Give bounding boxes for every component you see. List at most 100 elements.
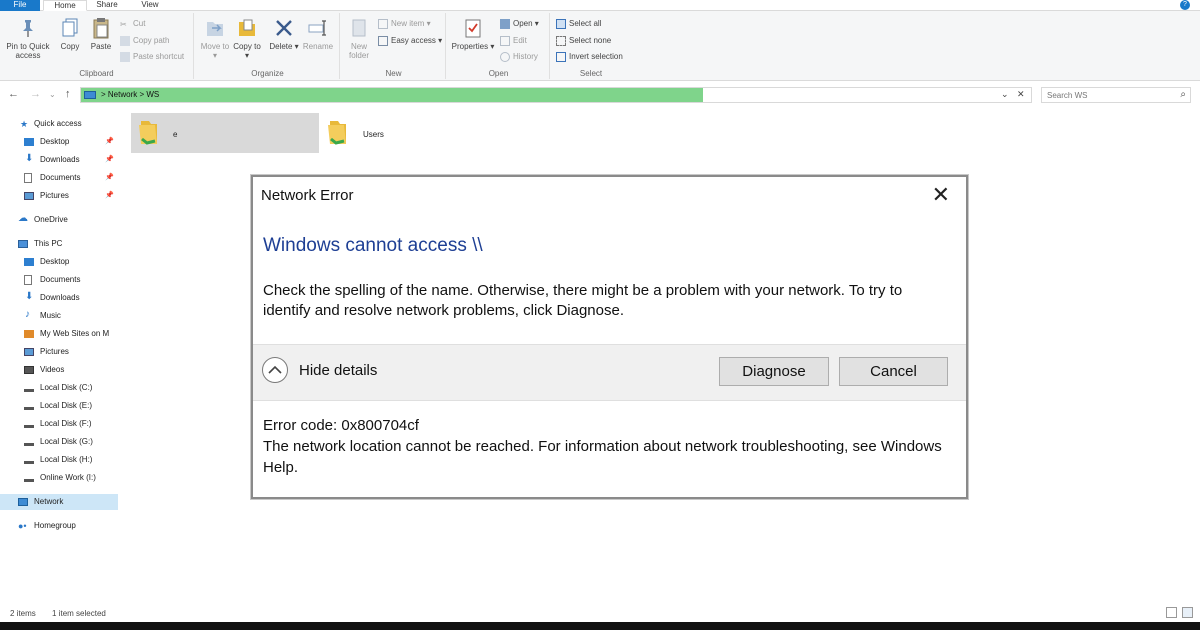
back-arrow-icon[interactable]: ← — [8, 88, 19, 100]
edit-icon — [500, 35, 510, 46]
nav-qa-pictures[interactable]: Pictures 📌 — [0, 188, 118, 204]
large-icons-view-icon[interactable] — [1182, 607, 1193, 618]
search-input[interactable]: Search WS — [1047, 91, 1087, 100]
pin-icon[interactable]: 📌 — [105, 134, 114, 150]
open-group: Properties ▾ Open ▾ Edit History Open — [448, 13, 550, 79]
nav-quick-access[interactable]: ★ Quick access — [0, 116, 118, 132]
cancel-button[interactable]: Cancel — [839, 357, 948, 386]
address-clear-icon[interactable]: ✕ — [1017, 89, 1025, 100]
drive-icon — [24, 443, 34, 446]
copy-to-button[interactable]: Copy to ▾ — [232, 16, 262, 60]
delete-button[interactable]: Delete ▾ — [268, 16, 300, 51]
select-none-button[interactable]: Select none — [556, 35, 611, 49]
forward-arrow-icon[interactable]: → — [30, 88, 41, 100]
select-group-label: Select — [579, 69, 603, 78]
pin-to-quick-access-button[interactable]: Pin to Quick access — [2, 16, 54, 60]
properties-icon — [462, 16, 484, 40]
new-folder-button[interactable]: New folder — [344, 16, 374, 60]
nav-pc-pictures[interactable]: Pictures — [0, 344, 118, 360]
desktop-icon — [24, 138, 34, 146]
diagnose-button[interactable]: Diagnose — [719, 357, 829, 386]
nav-disk-c[interactable]: Local Disk (C:) — [0, 380, 118, 396]
search-icon[interactable]: ⌕ — [1180, 89, 1186, 100]
history-button[interactable]: History — [500, 51, 538, 65]
new-item-button[interactable]: New item ▾ — [378, 18, 431, 32]
nav-qa-documents[interactable]: Documents 📌 — [0, 170, 118, 186]
address-dropdown-icon[interactable]: ⌄ — [1001, 89, 1009, 100]
paste-shortcut-button[interactable]: Paste shortcut — [120, 51, 184, 65]
taskbar — [0, 622, 1200, 630]
drive-icon — [24, 389, 34, 392]
tab-share[interactable]: Share — [87, 0, 127, 11]
open-button[interactable]: Open ▾ — [500, 18, 539, 32]
pin-icon[interactable]: 📌 — [105, 188, 114, 204]
details-view-icon[interactable] — [1166, 607, 1177, 618]
new-group-label: New — [385, 69, 402, 78]
nav-this-pc[interactable]: This PC — [0, 236, 118, 252]
move-to-icon — [204, 16, 226, 40]
clipboard-group: Pin to Quick access Copy Paste ✂ Cut Copy… — [0, 13, 194, 79]
edit-button[interactable]: Edit — [500, 35, 527, 49]
tab-view[interactable]: View — [131, 0, 169, 11]
cut-button[interactable]: ✂ Cut — [120, 18, 145, 32]
nav-online-work[interactable]: Online Work (I:) — [0, 470, 118, 486]
pin-icon[interactable]: 📌 — [105, 152, 114, 168]
paste-button[interactable]: Paste — [86, 16, 116, 51]
new-item-icon — [378, 18, 388, 29]
nav-pc-videos[interactable]: Videos — [0, 362, 118, 378]
nav-pc-documents[interactable]: Documents — [0, 272, 118, 288]
nav-qa-downloads[interactable]: ⬇ Downloads 📌 — [0, 152, 118, 168]
copy-icon — [59, 16, 81, 40]
nav-pc-desktop[interactable]: Desktop — [0, 254, 118, 270]
nav-disk-f[interactable]: Local Disk (F:) — [0, 416, 118, 432]
nav-disk-h[interactable]: Local Disk (H:) — [0, 452, 118, 468]
open-icon — [500, 18, 510, 29]
nav-disk-g[interactable]: Local Disk (G:) — [0, 434, 118, 450]
close-icon[interactable]: ✕ — [932, 181, 950, 209]
address-row: ← → ⌄ ↑ > Network > WS ⌄ ✕ Search WS ⌕ — [0, 84, 1200, 106]
address-bar[interactable]: > Network > WS ⌄ ✕ — [80, 87, 1032, 103]
pin-icon[interactable]: 📌 — [105, 170, 114, 186]
copy-path-icon — [120, 35, 130, 46]
invert-selection-button[interactable]: Invert selection — [556, 51, 623, 65]
organize-group: Move to ▾ Copy to ▾ Delete ▾ Rename Orga… — [196, 13, 340, 79]
chevron-up-icon[interactable] — [262, 357, 288, 383]
folder-item[interactable]: Users — [320, 113, 410, 153]
properties-button[interactable]: Properties ▾ — [450, 16, 496, 51]
nav-disk-e[interactable]: Local Disk (E:) — [0, 398, 118, 414]
nav-network[interactable]: Network — [0, 494, 118, 510]
copy-button[interactable]: Copy — [56, 16, 84, 51]
cloud-icon: ☁ — [18, 213, 28, 224]
nav-pc-downloads[interactable]: ⬇ Downloads — [0, 290, 118, 306]
drive-icon — [24, 479, 34, 482]
error-code: Error code: 0x800704cf — [263, 417, 419, 434]
rename-icon — [307, 16, 329, 40]
up-arrow-icon[interactable]: ↑ — [65, 88, 71, 100]
copy-to-icon — [236, 16, 258, 40]
hide-details-toggle[interactable]: Hide details — [299, 362, 377, 379]
tab-home[interactable]: Home — [43, 0, 87, 11]
easy-access-button[interactable]: Easy access ▾ — [378, 35, 442, 49]
item-count: 2 items — [10, 609, 36, 618]
nav-pc-music[interactable]: ♪ Music — [0, 308, 118, 324]
move-to-button[interactable]: Move to ▾ — [200, 16, 230, 60]
folder-label: Users — [363, 130, 384, 139]
copy-path-button[interactable]: Copy path — [120, 35, 169, 49]
help-icon[interactable]: ? — [1180, 0, 1190, 10]
star-icon: ★ — [20, 119, 29, 129]
select-all-button[interactable]: Select all — [556, 18, 601, 32]
search-box[interactable]: Search WS ⌕ — [1041, 87, 1191, 103]
nav-homegroup[interactable]: ●• Homegroup — [0, 518, 118, 534]
nav-onedrive[interactable]: ☁ OneDrive — [0, 212, 118, 228]
history-icon — [500, 51, 510, 62]
dialog-message: Check the spelling of the name. Otherwis… — [263, 282, 903, 319]
folder-item[interactable]: e — [131, 113, 319, 153]
rename-button[interactable]: Rename — [300, 16, 336, 51]
invert-selection-icon — [556, 51, 566, 62]
nav-pc-web-sites[interactable]: My Web Sites on M — [0, 326, 118, 342]
recent-chevron-icon[interactable]: ⌄ — [49, 90, 56, 99]
open-group-label: Open — [488, 69, 509, 78]
navigation-pane: ★ Quick access Desktop 📌 ⬇ Downloads 📌 D… — [0, 110, 120, 605]
tab-file[interactable]: File — [0, 0, 40, 11]
nav-qa-desktop[interactable]: Desktop 📌 — [0, 134, 118, 150]
